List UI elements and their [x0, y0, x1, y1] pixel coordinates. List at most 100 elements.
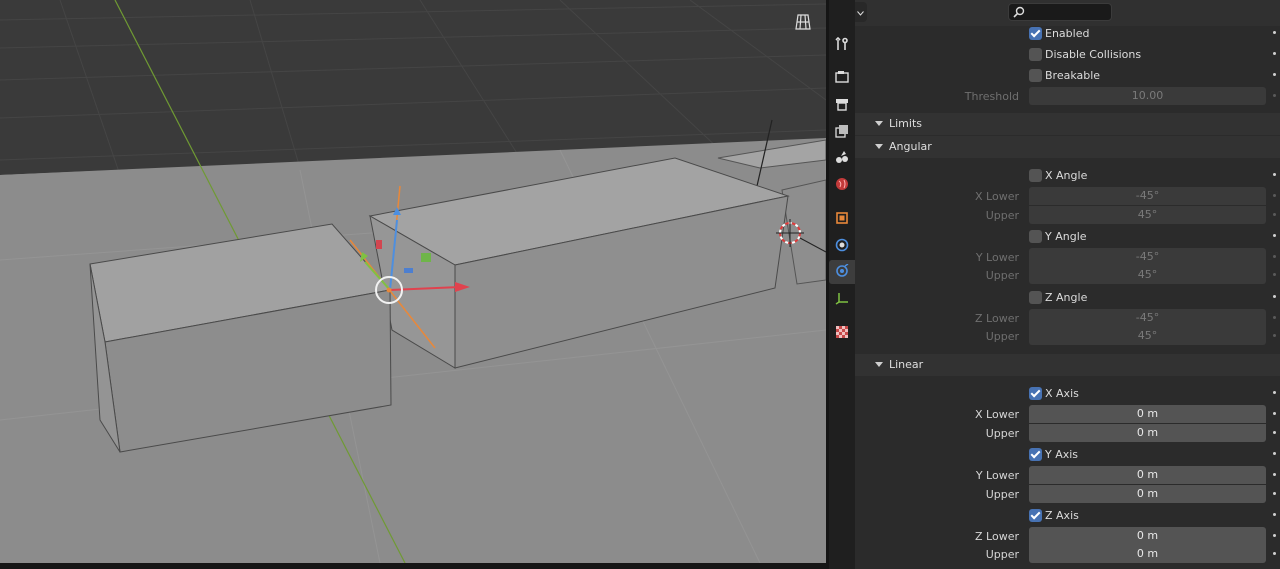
- tab-tool[interactable]: [829, 33, 855, 57]
- x-angle-lower-keyframe-dot[interactable]: [1273, 194, 1276, 197]
- physics-icon: [835, 238, 849, 255]
- x-angle-checkbox[interactable]: [1029, 169, 1042, 182]
- tab-render[interactable]: [829, 66, 855, 90]
- y-axis-checkbox[interactable]: [1029, 448, 1042, 461]
- z-axis-checkbox[interactable]: [1029, 509, 1042, 522]
- x-angle-upper-keyframe-dot[interactable]: [1273, 213, 1276, 216]
- tab-constraint[interactable]: [829, 260, 855, 284]
- y-axis-lower-row: Y Lower 0 m: [855, 466, 1280, 486]
- z-axis-lower-row: Z Lower 0 m: [855, 527, 1280, 547]
- grid-view-icon[interactable]: [794, 13, 812, 31]
- enabled-keyframe-dot[interactable]: [1273, 31, 1276, 34]
- y-axis-row: Y Axis: [855, 445, 1280, 465]
- x-axis-lower-field[interactable]: 0 m: [1029, 405, 1266, 423]
- z-axis-row: Z Axis: [855, 506, 1280, 526]
- z-axis-upper-keyframe-dot[interactable]: [1273, 552, 1276, 555]
- z-angle-lower-field[interactable]: -45°: [1029, 309, 1266, 327]
- editor-type-button[interactable]: [855, 2, 867, 22]
- x-axis-checkbox[interactable]: [1029, 387, 1042, 400]
- tab-output[interactable]: [829, 93, 855, 117]
- x-axis-row: X Axis: [855, 384, 1280, 404]
- x-angle-upper-field[interactable]: 45°: [1029, 206, 1266, 224]
- y-angle-upper-row: Upper 45°: [855, 266, 1280, 286]
- object-data-icon: [835, 291, 849, 308]
- z-angle-lower-label: Z Lower: [975, 312, 1019, 325]
- angular-section-header[interactable]: Angular: [855, 136, 1280, 158]
- y-angle-upper-keyframe-dot[interactable]: [1273, 273, 1276, 276]
- threshold-keyframe-dot[interactable]: [1273, 94, 1276, 97]
- z-angle-lower-row: Z Lower -45°: [855, 309, 1280, 329]
- z-angle-keyframe-dot[interactable]: [1273, 295, 1276, 298]
- y-axis-upper-field[interactable]: 0 m: [1029, 485, 1266, 503]
- z-axis-upper-field[interactable]: 0 m: [1029, 545, 1266, 563]
- x-axis-lower-keyframe-dot[interactable]: [1273, 412, 1276, 415]
- search-input[interactable]: [1008, 3, 1112, 21]
- y-angle-upper-field[interactable]: 45°: [1029, 266, 1266, 284]
- disable-collisions-checkbox[interactable]: [1029, 48, 1042, 61]
- output-icon: [835, 97, 849, 114]
- disable-collisions-keyframe-dot[interactable]: [1273, 52, 1276, 55]
- chevron-down-icon: [856, 6, 864, 19]
- x-axis-lower-label: X Lower: [975, 408, 1019, 421]
- x-axis-label: X Axis: [1045, 387, 1079, 400]
- z-angle-upper-row: Upper 45°: [855, 327, 1280, 347]
- x-axis-upper-label: Upper: [985, 427, 1019, 440]
- tab-object[interactable]: [829, 207, 855, 231]
- z-angle-row: Z Angle: [855, 288, 1280, 308]
- breakable-checkbox[interactable]: [1029, 69, 1042, 82]
- object-origin: [386, 287, 392, 293]
- x-axis-keyframe-dot[interactable]: [1273, 391, 1276, 394]
- z-axis-lower-field[interactable]: 0 m: [1029, 527, 1266, 545]
- x-angle-row: X Angle: [855, 166, 1280, 186]
- y-axis-lower-keyframe-dot[interactable]: [1273, 473, 1276, 476]
- 3d-viewport[interactable]: [0, 0, 826, 563]
- enabled-checkbox[interactable]: [1029, 27, 1042, 40]
- tab-world[interactable]: [829, 173, 855, 197]
- object-icon: [835, 211, 849, 228]
- z-angle-checkbox[interactable]: [1029, 291, 1042, 304]
- z-axis-keyframe-dot[interactable]: [1273, 513, 1276, 516]
- tab-physics[interactable]: [829, 234, 855, 258]
- y-angle-lower-field[interactable]: -45°: [1029, 248, 1266, 266]
- tab-scene[interactable]: [829, 146, 855, 170]
- tab-object-data[interactable]: [829, 287, 855, 311]
- angular-title: Angular: [889, 140, 932, 153]
- x-axis-upper-keyframe-dot[interactable]: [1273, 431, 1276, 434]
- limits-section-header[interactable]: Limits: [855, 113, 1280, 135]
- z-angle-upper-field[interactable]: 45°: [1029, 327, 1266, 345]
- z-angle-upper-label: Upper: [985, 330, 1019, 343]
- disclosure-down-icon: [875, 144, 883, 149]
- tool-icon: [835, 36, 849, 54]
- linear-section-header[interactable]: Linear: [855, 354, 1280, 376]
- z-axis-lower-label: Z Lower: [975, 530, 1019, 543]
- threshold-field[interactable]: 10.00: [1029, 87, 1266, 105]
- view-layer-icon: [835, 124, 849, 141]
- z-angle-lower-keyframe-dot[interactable]: [1273, 316, 1276, 319]
- z-angle-upper-keyframe-dot[interactable]: [1273, 334, 1276, 337]
- y-angle-checkbox[interactable]: [1029, 230, 1042, 243]
- breakable-keyframe-dot[interactable]: [1273, 73, 1276, 76]
- x-angle-keyframe-dot[interactable]: [1273, 173, 1276, 176]
- y-axis-keyframe-dot[interactable]: [1273, 452, 1276, 455]
- x-angle-upper-row: Upper 45°: [855, 206, 1280, 226]
- y-axis-lower-field[interactable]: 0 m: [1029, 466, 1266, 484]
- world-icon: [835, 177, 849, 194]
- z-axis-lower-keyframe-dot[interactable]: [1273, 534, 1276, 537]
- y-axis-upper-label: Upper: [985, 488, 1019, 501]
- tab-texture[interactable]: [829, 321, 855, 345]
- disclosure-down-icon: [875, 362, 883, 367]
- x-angle-lower-field[interactable]: -45°: [1029, 187, 1266, 205]
- x-axis-upper-row: Upper 0 m: [855, 424, 1280, 444]
- z-angle-label: Z Angle: [1045, 291, 1088, 304]
- properties-panel: Enabled Disable Collisions Breakable Thr…: [855, 0, 1280, 569]
- x-axis-upper-field[interactable]: 0 m: [1029, 424, 1266, 442]
- y-angle-lower-keyframe-dot[interactable]: [1273, 255, 1276, 258]
- z-axis-label: Z Axis: [1045, 509, 1079, 522]
- y-axis-upper-keyframe-dot[interactable]: [1273, 492, 1276, 495]
- tab-view-layer[interactable]: [829, 120, 855, 144]
- y-axis-lower-label: Y Lower: [975, 469, 1019, 482]
- y-axis-upper-row: Upper 0 m: [855, 485, 1280, 505]
- threshold-label: Threshold: [964, 90, 1019, 103]
- viewport-bottom-bar: [0, 563, 826, 569]
- y-angle-keyframe-dot[interactable]: [1273, 234, 1276, 237]
